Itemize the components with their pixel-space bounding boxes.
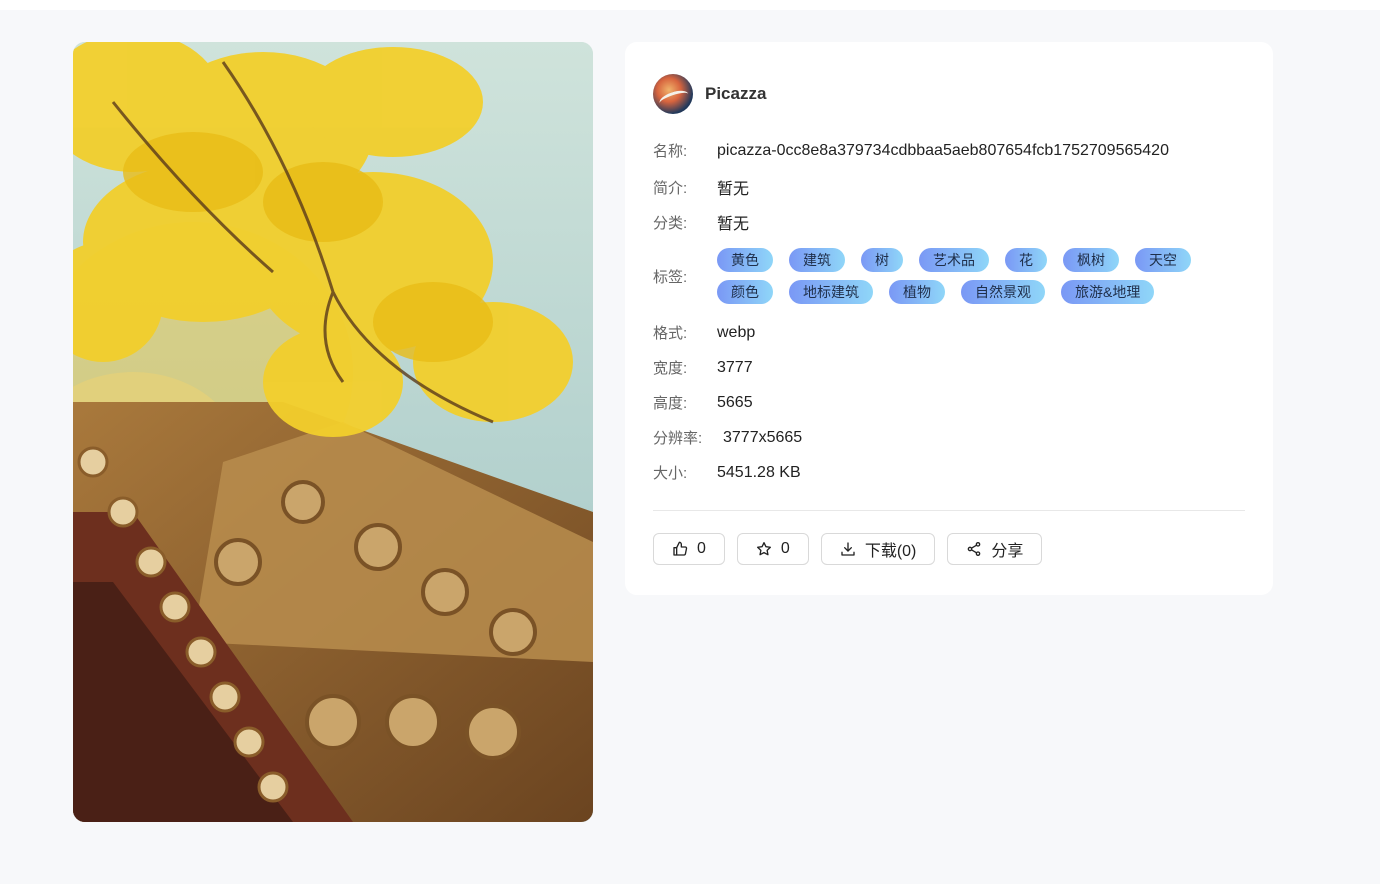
format-value: webp — [717, 323, 756, 341]
tag[interactable]: 枫树 — [1063, 248, 1119, 272]
size-value: 5451.28 KB — [717, 463, 801, 481]
category-label: 分类: — [653, 214, 688, 232]
thumbs-up-icon — [673, 541, 688, 556]
tag[interactable]: 花 — [1005, 248, 1047, 272]
tag[interactable]: 颜色 — [717, 280, 773, 304]
intro-value: 暂无 — [717, 181, 750, 198]
download-button[interactable]: 下载(0) — [820, 533, 936, 565]
size-row: 大小: 5451.28 KB — [653, 462, 801, 483]
tag[interactable]: 艺术品 — [919, 248, 989, 272]
author-avatar[interactable] — [653, 74, 693, 114]
format-label: 格式: — [653, 325, 688, 342]
height-label: 高度: — [653, 395, 688, 412]
photo-image — [73, 42, 593, 822]
download-label: 下载(0) — [864, 543, 917, 560]
tag[interactable]: 地标建筑 — [789, 280, 873, 304]
width-value: 3777 — [717, 358, 753, 376]
tag[interactable]: 树 — [861, 248, 903, 272]
share-label: 分享 — [991, 543, 1024, 560]
format-row: 格式: webp — [653, 322, 755, 343]
tags-row: 标签: 黄色 建筑 树 艺术品 花 枫树 天空 颜色 地标建筑 植物 自然景观 … — [653, 248, 1217, 304]
tag[interactable]: 旅游&地理 — [1061, 280, 1155, 304]
author[interactable]: Picazza — [653, 74, 766, 114]
category-row: 分类: 暂无 — [653, 210, 749, 234]
tag[interactable]: 黄色 — [717, 248, 773, 272]
resolution-row: 分辨率: 3777x5665 — [653, 427, 802, 448]
photo-preview[interactable] — [73, 42, 593, 822]
divider — [653, 510, 1245, 511]
top-bar — [0, 0, 1380, 10]
size-label: 大小: — [653, 465, 688, 482]
height-value: 5665 — [717, 393, 753, 411]
tag[interactable]: 植物 — [889, 280, 945, 304]
width-label: 宽度: — [653, 360, 688, 377]
like-button[interactable]: 0 — [653, 533, 725, 565]
resolution-value: 3777x5665 — [723, 428, 803, 446]
tags-label: 标签: — [653, 268, 688, 286]
share-icon — [968, 542, 981, 556]
intro-label: 简介: — [653, 179, 688, 197]
favorite-count: 0 — [780, 540, 790, 557]
star-icon — [756, 542, 771, 556]
name-label: 名称: — [653, 143, 688, 160]
name-row: 名称: picazza-0cc8e8a379734cdbbaa5aeb80765… — [653, 140, 1169, 161]
resolution-label: 分辨率: — [653, 430, 703, 447]
image-info-card: Picazza 名称: picazza-0cc8e8a379734cdbbaa5… — [625, 42, 1273, 595]
width-row: 宽度: 3777 — [653, 357, 753, 378]
favorite-button[interactable]: 0 — [736, 533, 809, 565]
name-value: picazza-0cc8e8a379734cdbbaa5aeb807654fcb… — [717, 141, 1169, 159]
tag[interactable]: 建筑 — [789, 248, 845, 272]
tag[interactable]: 天空 — [1135, 248, 1191, 272]
action-bar: 0 0 下载(0) 分享 — [653, 533, 1043, 565]
category-value: 暂无 — [717, 216, 750, 233]
like-count: 0 — [697, 540, 706, 557]
share-button[interactable]: 分享 — [947, 533, 1043, 565]
author-name[interactable]: Picazza — [705, 84, 766, 104]
tag[interactable]: 自然景观 — [961, 280, 1045, 304]
height-row: 高度: 5665 — [653, 392, 753, 413]
tag-list: 黄色 建筑 树 艺术品 花 枫树 天空 颜色 地标建筑 植物 自然景观 旅游&地… — [717, 248, 1217, 304]
intro-row: 简介: 暂无 — [653, 175, 749, 199]
download-icon — [841, 542, 855, 556]
